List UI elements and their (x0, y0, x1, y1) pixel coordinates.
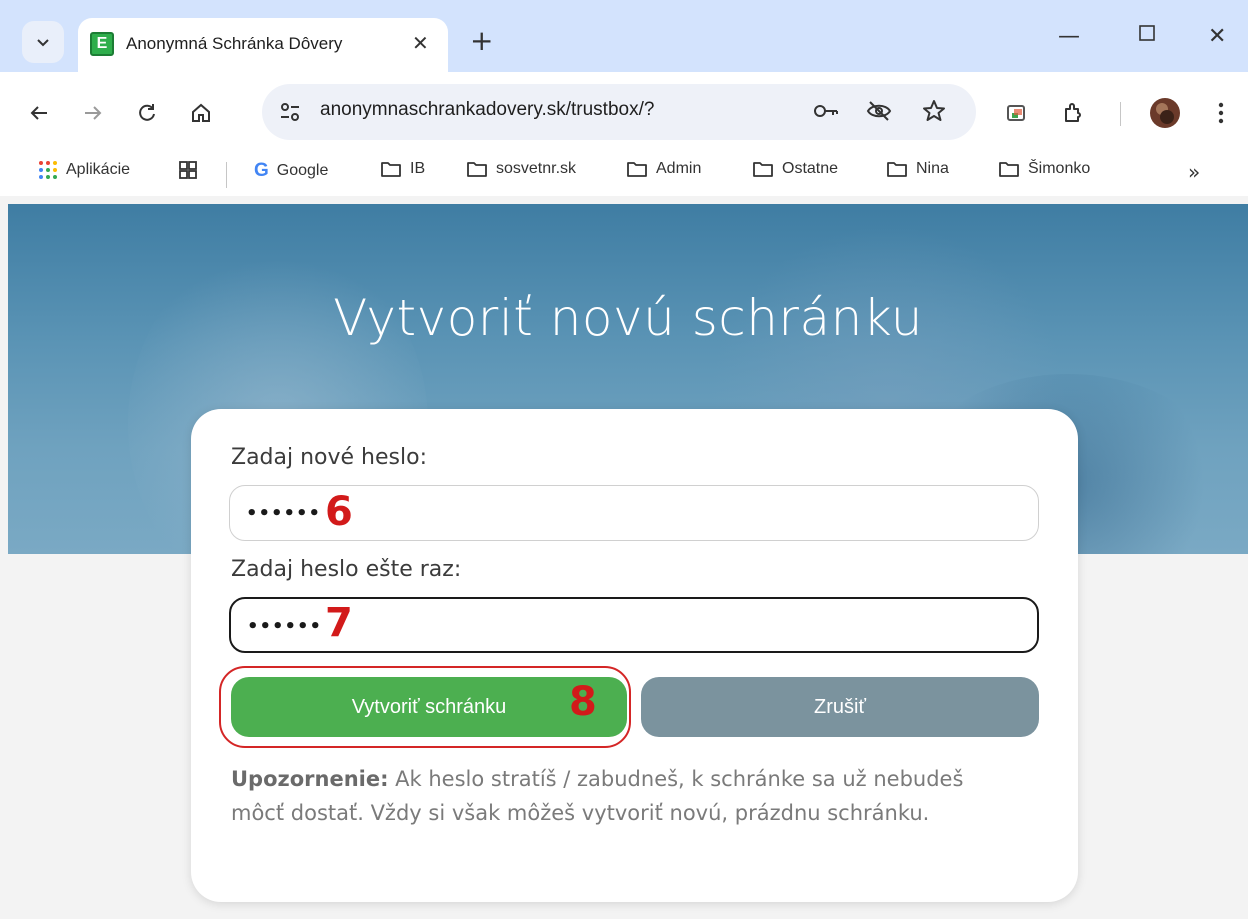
folder-icon (886, 160, 908, 178)
site-info-icon[interactable] (278, 100, 302, 124)
eye-off-icon[interactable] (866, 99, 892, 123)
bookmark-folder-sosvetnr[interactable]: sosvetnr.sk (466, 160, 576, 178)
bookmark-apps[interactable]: Aplikácie (38, 160, 130, 180)
create-box-button[interactable]: Vytvoriť schránku (231, 677, 627, 737)
password-field[interactable]: 6 (229, 485, 1039, 541)
address-bar[interactable]: anonymnaschrankadovery.sk/trustbox/? (262, 84, 976, 140)
close-window-icon[interactable]: ✕ (1208, 24, 1226, 49)
annotation-step-8: 8 (569, 679, 597, 725)
page-content: Vytvoriť novú schránku Zadaj nové heslo:… (8, 196, 1248, 919)
bookmark-label: Admin (656, 160, 702, 177)
bookmark-label: Google (276, 162, 329, 179)
bookmarks-divider (226, 162, 227, 188)
menu-icon[interactable] (1204, 96, 1238, 130)
browser-tab[interactable]: E Anonymná Schránka Dôvery ✕ (78, 18, 448, 72)
bookmark-label: sosvetnr.sk (496, 160, 577, 177)
key-icon[interactable] (812, 99, 840, 123)
tab-groups-icon (178, 160, 198, 180)
apps-grid-icon (38, 160, 58, 180)
folder-icon (998, 160, 1020, 178)
tab-strip: E Anonymná Schránka Dôvery ✕ + — ✕ (0, 0, 1248, 72)
annotation-step-7: 7 (325, 600, 353, 646)
tab-close-icon[interactable]: ✕ (412, 31, 429, 55)
minimize-icon[interactable]: — (1058, 24, 1080, 49)
bookmark-folder-nina[interactable]: Nina (886, 160, 949, 178)
bookmark-google[interactable]: G Google (254, 160, 328, 182)
home-icon[interactable] (184, 96, 218, 130)
google-icon: G (254, 160, 269, 181)
bookmark-label: Nina (916, 160, 949, 177)
create-box-form: Zadaj nové heslo: 6 Zadaj heslo ešte raz… (191, 409, 1078, 902)
bookmark-folder-ib[interactable]: IB (380, 160, 425, 178)
warning-text: Upozornenie: Ak heslo stratíš / zabudneš… (231, 762, 1011, 830)
forward-icon[interactable] (76, 96, 110, 130)
more-bookmarks-icon[interactable]: » (1188, 160, 1200, 184)
star-icon[interactable] (922, 99, 946, 123)
site-favicon: E (90, 32, 114, 56)
bookmarks-bar: Aplikácie G Google IB sosvetnr.sk Admin … (0, 152, 1248, 196)
cast-icon[interactable] (1000, 96, 1034, 130)
cancel-button[interactable]: Zrušiť (641, 677, 1039, 737)
chevron-down-icon (35, 34, 51, 50)
bookmark-folder-admin[interactable]: Admin (626, 160, 701, 178)
url-text: anonymnaschrankadovery.sk/trustbox/? (320, 99, 655, 120)
password-repeat-label: Zadaj heslo ešte raz: (231, 557, 462, 582)
warning-label: Upozornenie: (231, 767, 389, 791)
maximize-icon[interactable] (1138, 24, 1156, 42)
new-tab-icon[interactable]: + (470, 24, 493, 57)
bookmark-folder-ostatne[interactable]: Ostatne (752, 160, 838, 178)
browser-toolbar: anonymnaschrankadovery.sk/trustbox/? (0, 72, 1248, 152)
folder-icon (626, 160, 648, 178)
toolbar-divider (1120, 102, 1121, 126)
bookmark-label: IB (410, 160, 426, 177)
bookmark-tab-groups[interactable] (178, 160, 198, 180)
folder-icon (380, 160, 402, 178)
extensions-icon[interactable] (1056, 96, 1090, 130)
reload-icon[interactable] (130, 96, 164, 130)
annotation-step-6: 6 (325, 489, 353, 535)
bookmark-label: Ostatne (782, 160, 839, 177)
avatar[interactable] (1148, 96, 1182, 130)
page-title: Vytvoriť novú schránku (333, 289, 923, 347)
folder-icon (466, 160, 488, 178)
tab-title: Anonymná Schránka Dôvery (126, 34, 343, 53)
bookmark-folder-simonko[interactable]: Šimonko (998, 160, 1090, 178)
password-label: Zadaj nové heslo: (231, 445, 427, 470)
back-icon[interactable] (22, 96, 56, 130)
bookmark-label: Šimonko (1028, 160, 1091, 177)
password-repeat-field[interactable]: 7 (229, 597, 1039, 653)
bookmark-label: Aplikácie (66, 161, 131, 178)
tab-search-button[interactable] (22, 21, 64, 63)
folder-icon (752, 160, 774, 178)
